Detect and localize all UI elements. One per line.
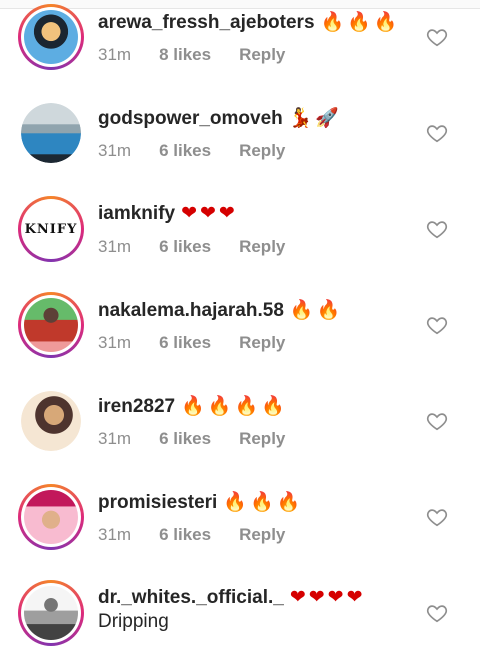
timestamp: 31m (98, 45, 132, 64)
avatar[interactable] (18, 388, 84, 454)
avatar[interactable]: KNIFY (18, 196, 84, 262)
heart-outline-icon[interactable] (426, 314, 448, 336)
timestamp: 31m (98, 525, 132, 544)
heart-outline-icon[interactable] (426, 410, 448, 432)
avatar[interactable] (18, 292, 84, 358)
username[interactable]: nakalema.hajarah.58 (98, 300, 284, 321)
woman-in-red-avatar (24, 298, 78, 352)
avatar-frame (21, 7, 81, 67)
timestamp: 31m (98, 141, 132, 160)
person-with-sunglasses-avatar (24, 10, 78, 64)
comment-meta: 31m 6 likes Reply (98, 429, 313, 449)
heart-outline-icon[interactable] (426, 26, 448, 48)
avatar-frame (21, 295, 81, 355)
reply-button[interactable]: Reply (239, 141, 285, 160)
likes-count[interactable]: 6 likes (159, 237, 211, 256)
comment-item: godspower_omoveh 💃🚀 31m 6 likes Reply (0, 96, 480, 192)
username[interactable]: dr._whites._official._ (98, 587, 284, 608)
username[interactable]: promisiesteri (98, 492, 217, 513)
comment-emoji: 🔥🔥🔥 (320, 11, 401, 33)
avatar[interactable] (18, 484, 84, 550)
reply-button[interactable]: Reply (239, 429, 285, 448)
comment-item: promisiesteri 🔥🔥🔥 31m 6 likes Reply (0, 480, 480, 576)
comment-item: iren2827 🔥🔥🔥🔥 31m 6 likes Reply (0, 384, 480, 480)
heart-outline-icon[interactable] (426, 122, 448, 144)
comment-meta: 31m 6 likes Reply (98, 333, 313, 353)
comment-text: Dripping (98, 611, 169, 632)
comment-item: arewa_fressh_ajeboters 🔥🔥🔥 31m 8 likes Repl… (0, 0, 480, 96)
avatar-frame (21, 583, 81, 643)
reply-button[interactable]: Reply (239, 525, 285, 544)
comment-header: arewa_fressh_ajeboters 🔥🔥🔥 (98, 10, 401, 34)
avatar[interactable] (18, 100, 84, 166)
comment-item: KNIFY iamknify ❤❤❤ 31m 6 likes Reply (0, 192, 480, 288)
timestamp: 31m (98, 237, 132, 256)
avatar-logo-text: KNIFY (24, 221, 78, 237)
likes-count[interactable]: 8 likes (159, 45, 211, 64)
woman-portrait-avatar (21, 391, 81, 451)
username[interactable]: arewa_fressh_ajeboters (98, 12, 315, 33)
person-in-blue-avatar (21, 103, 81, 163)
timestamp: 31m (98, 429, 132, 448)
username[interactable]: iren2827 (98, 396, 175, 417)
avatar-frame (21, 103, 81, 163)
comment-header: godspower_omoveh 💃🚀 (98, 106, 342, 130)
username[interactable]: iamknify (98, 203, 175, 224)
comment-item: nakalema.hajarah.58 🔥🔥 31m 6 likes Reply (0, 288, 480, 384)
reply-button[interactable]: Reply (239, 237, 285, 256)
comment-emoji: ❤❤❤❤ (289, 586, 366, 608)
comment-item: dr._whites._official._ ❤❤❤❤ Dripping (0, 576, 480, 672)
comment-emoji: 🔥🔥 (289, 299, 344, 321)
username[interactable]: godspower_omoveh (98, 108, 283, 129)
avatar[interactable] (18, 580, 84, 646)
comment-emoji: 🔥🔥🔥🔥 (181, 395, 288, 417)
likes-count[interactable]: 6 likes (159, 429, 211, 448)
comment-meta: 31m 6 likes Reply (98, 237, 313, 257)
comment-meta: 31m 6 likes Reply (98, 525, 313, 545)
comment-meta: 31m 6 likes Reply (98, 141, 313, 161)
likes-count[interactable]: 6 likes (159, 141, 211, 160)
comment-header: iamknify ❤❤❤ (98, 202, 238, 225)
comment-header: nakalema.hajarah.58 🔥🔥 (98, 298, 343, 322)
avatar-frame (21, 391, 81, 451)
avatar[interactable] (18, 4, 84, 70)
man-grayscale-avatar (24, 586, 78, 640)
comment-header: dr._whites._official._ ❤❤❤❤ (98, 586, 366, 609)
heart-outline-icon[interactable] (426, 218, 448, 240)
avatar-frame (21, 487, 81, 547)
reply-button[interactable]: Reply (239, 45, 285, 64)
timestamp: 31m (98, 333, 132, 352)
likes-count[interactable]: 6 likes (159, 333, 211, 352)
knify-logo-avatar: KNIFY (24, 202, 78, 256)
comment-header: iren2827 🔥🔥🔥🔥 (98, 394, 288, 418)
comment-meta: 31m 8 likes Reply (98, 45, 313, 65)
likes-count[interactable]: 6 likes (159, 525, 211, 544)
woman-headwrap-avatar (24, 490, 78, 544)
heart-outline-icon[interactable] (426, 602, 448, 624)
avatar-frame: KNIFY (21, 199, 81, 259)
reply-button[interactable]: Reply (239, 333, 285, 352)
comment-emoji: 🔥🔥🔥 (223, 491, 304, 513)
heart-outline-icon[interactable] (426, 506, 448, 528)
comment-header: promisiesteri 🔥🔥🔥 (98, 490, 303, 514)
comment-emoji: 💃🚀 (288, 107, 343, 129)
comment-emoji: ❤❤❤ (181, 202, 238, 224)
